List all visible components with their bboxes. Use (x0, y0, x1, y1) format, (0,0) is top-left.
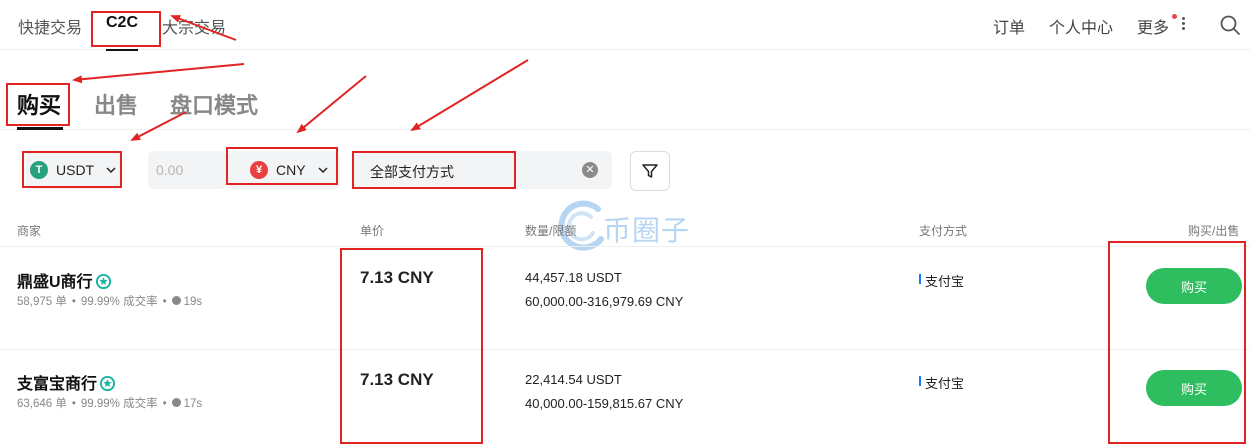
merchant-stats: 58,975 单 • 99.99% 成交率 • 19s (17, 296, 203, 308)
payment-method: 支付宝 (919, 373, 964, 392)
profile-link[interactable]: 个人中心 (1049, 14, 1113, 38)
more-menu[interactable]: 更多 (1137, 14, 1169, 38)
clock-icon (171, 398, 181, 407)
top-navigation: 快捷交易 C2C 大宗交易 订单 个人中心 更多 (0, 0, 1250, 51)
header-divider (0, 246, 1250, 247)
column-merchant: 商家 (17, 224, 42, 238)
order-limit: 40,000.00-159,815.67 CNY (525, 396, 684, 411)
column-quantity-limit: 数量/限额 (525, 224, 577, 238)
tab-order-book-mode[interactable]: 盘口模式 (170, 88, 258, 120)
more-dots-icon[interactable] (1180, 16, 1186, 32)
clock-icon (171, 296, 181, 305)
payment-method: 支付宝 (919, 271, 964, 290)
available-quantity: 44,457.18 USDT (525, 270, 622, 285)
filter-button[interactable] (630, 151, 670, 191)
annotation-box-buy (6, 83, 70, 126)
annotation-box-coin (22, 151, 122, 188)
annotation-box-action (1108, 241, 1246, 444)
watermark-text: 币圈子 (603, 215, 691, 246)
annotation-box-c2c (91, 11, 161, 47)
active-tab-underline (106, 49, 138, 51)
merchant-name[interactable]: 支富宝商行 (17, 370, 116, 394)
annotation-box-payment (352, 151, 516, 189)
annotation-box-price (340, 248, 483, 444)
active-subtab-underline (17, 127, 63, 130)
tab-block-trade[interactable]: 大宗交易 (162, 14, 226, 38)
order-limit: 60,000.00-316,979.69 CNY (525, 294, 684, 309)
amount-input[interactable] (148, 151, 226, 189)
filter-icon (642, 164, 658, 178)
clear-icon[interactable]: ✕ (582, 162, 598, 178)
notification-dot (1172, 14, 1177, 19)
merchant-stats: 63,646 单 • 99.99% 成交率 • 17s (17, 398, 203, 410)
column-action: 购买/出售 (1188, 224, 1240, 238)
column-payment: 支付方式 (919, 224, 968, 238)
available-quantity: 22,414.54 USDT (525, 372, 622, 387)
verified-badge-icon (99, 375, 116, 392)
merchant-name[interactable]: 鼎盛U商行 (17, 268, 112, 292)
tab-sell[interactable]: 出售 (94, 88, 138, 120)
orders-link[interactable]: 订单 (993, 14, 1025, 38)
search-icon[interactable] (1218, 13, 1242, 37)
tab-quick-trade[interactable]: 快捷交易 (18, 14, 82, 38)
annotation-box-fiat (226, 147, 338, 185)
trade-side-tabs: 购买 出售 盘口模式 (0, 80, 1250, 130)
verified-badge-icon (95, 273, 111, 290)
column-unit-price: 单价 (360, 224, 385, 238)
row-divider (0, 349, 1250, 350)
